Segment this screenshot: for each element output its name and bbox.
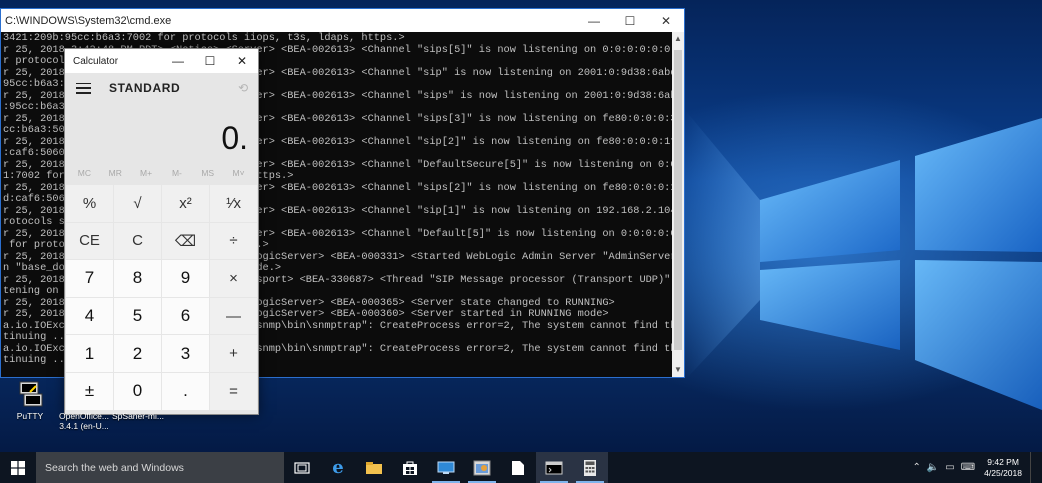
calculator-mode: STANDARD xyxy=(109,81,181,95)
calc-key[interactable]: 3 xyxy=(162,335,209,372)
calc-key[interactable]: × xyxy=(210,260,257,297)
calculator-title: Calculator xyxy=(73,55,119,67)
calc-key[interactable]: = xyxy=(210,372,257,410)
store-button[interactable] xyxy=(392,452,428,483)
keypad: % √ x² ¹⁄x CE C ⌫ ÷ 7 8 9 × 4 5 6—1 2 3 + ±0. = xyxy=(65,183,258,411)
memory-button[interactable]: MS xyxy=(192,168,223,178)
calc-key[interactable]: C xyxy=(114,222,161,260)
calc-key[interactable]: 2 xyxy=(114,335,161,372)
scroll-down-icon[interactable]: ▼ xyxy=(672,363,684,377)
calc-key[interactable]: 5 xyxy=(114,297,161,335)
calculator-window[interactable]: Calculator — ☐ ✕ STANDARD ⟲ 0. MC MR M+ M- M… xyxy=(64,48,259,415)
taskbar-search-box[interactable]: Search the web and Windows xyxy=(36,452,284,483)
notepad-icon xyxy=(512,460,524,475)
windows-start-icon xyxy=(11,460,25,475)
scroll-thumb[interactable] xyxy=(674,50,682,350)
app-button[interactable] xyxy=(464,452,500,483)
calc-key[interactable]: 7 xyxy=(66,260,113,297)
minimize-icon[interactable]: — xyxy=(162,49,194,73)
calculator-header: STANDARD ⟲ xyxy=(65,73,258,103)
desktop-icon-spsaner[interactable]: SpSaner-mi... xyxy=(108,380,168,421)
calc-key[interactable]: 9 xyxy=(162,260,209,297)
cmd-output-line: 3421:209b:95cc:b6a3:7002 for protocols i… xyxy=(3,32,405,44)
task-view-icon xyxy=(294,461,310,474)
taskbar: Search the web and Windows e ⌃ 🔈 ▭ ⌨ 9:4… xyxy=(0,452,1042,483)
search-placeholder: Search the web and Windows xyxy=(45,461,184,474)
calc-key[interactable]: ¹⁄x xyxy=(210,185,257,222)
hamburger-menu-icon[interactable] xyxy=(76,82,91,94)
system-tray: ⌃ 🔈 ▭ ⌨ 9:42 PM 4/25/2018 xyxy=(909,452,1042,483)
putty-icon xyxy=(16,380,44,408)
cmd-titlebar[interactable]: C:\WINDOWS\System32\cmd.exe — ☐ ✕ xyxy=(1,9,684,32)
input-indicator-icon[interactable]: ⌨ xyxy=(961,462,975,473)
app-icon xyxy=(473,460,491,475)
calc-key[interactable]: 6 xyxy=(162,297,209,335)
remote-desktop-button[interactable] xyxy=(428,452,464,483)
calc-key[interactable]: . xyxy=(162,372,209,410)
calculator-taskbar-button[interactable] xyxy=(572,452,608,483)
file-explorer-icon xyxy=(366,461,382,474)
clock-date: 4/25/2018 xyxy=(984,467,1022,478)
desktop-icon-label: SpSaner-mi... xyxy=(112,411,164,421)
memory-row: MC MR M+ M- MS M˅ xyxy=(65,163,258,183)
calc-key[interactable]: x² xyxy=(162,185,209,222)
store-icon xyxy=(403,461,417,475)
maximize-icon[interactable]: ☐ xyxy=(194,49,226,73)
edge-icon: e xyxy=(332,457,344,478)
calc-key[interactable]: ⌫ xyxy=(162,222,209,260)
calculator-icon xyxy=(584,459,596,476)
desktop-icon-label: PuTTY xyxy=(16,411,44,421)
calculator-titlebar[interactable]: Calculator — ☐ ✕ xyxy=(65,49,258,73)
file-explorer-button[interactable] xyxy=(356,452,392,483)
volume-icon[interactable]: 🔈 xyxy=(927,462,939,473)
history-icon[interactable]: ⟲ xyxy=(238,81,248,95)
minimize-icon[interactable]: — xyxy=(576,9,612,32)
clock[interactable]: 9:42 PM 4/25/2018 xyxy=(984,457,1022,479)
cmd-icon xyxy=(545,461,563,474)
calc-key[interactable]: — xyxy=(210,297,257,335)
memory-button[interactable]: MR xyxy=(100,168,131,178)
calc-key[interactable]: % xyxy=(66,185,113,222)
memory-button[interactable]: M- xyxy=(161,168,192,178)
remote-desktop-icon xyxy=(437,461,455,474)
close-icon[interactable]: ✕ xyxy=(648,9,684,32)
calc-key[interactable]: 1 xyxy=(66,335,113,372)
notepad-button[interactable] xyxy=(500,452,536,483)
scroll-up-icon[interactable]: ▲ xyxy=(672,32,684,46)
calc-key[interactable]: 4 xyxy=(66,297,113,335)
calc-key[interactable]: √ xyxy=(114,185,161,222)
clock-time: 9:42 PM xyxy=(987,456,1019,467)
start-button[interactable] xyxy=(0,452,36,483)
calc-key[interactable]: 8 xyxy=(114,260,161,297)
openoffice-icon xyxy=(70,380,98,408)
show-hidden-icons-icon[interactable]: ⌃ xyxy=(912,462,920,473)
show-desktop-button[interactable] xyxy=(1030,452,1042,483)
file-icon xyxy=(124,380,152,408)
calculator-display: 0. xyxy=(221,120,248,156)
memory-button[interactable]: M˅ xyxy=(223,168,254,178)
memory-button[interactable]: M+ xyxy=(131,168,162,178)
desktop-icon-putty[interactable]: PuTTY xyxy=(0,380,60,421)
cmd-taskbar-button[interactable] xyxy=(536,452,572,483)
memory-button[interactable]: MC xyxy=(69,168,100,178)
calc-key[interactable]: CE xyxy=(66,222,113,260)
desktop-icon-openoffice[interactable]: OpenOffice... 3.4.1 (en-U... xyxy=(54,380,114,431)
cmd-window-title: C:\WINDOWS\System32\cmd.exe xyxy=(5,14,172,27)
calc-key[interactable]: + xyxy=(210,335,257,372)
network-icon[interactable]: ▭ xyxy=(945,462,954,473)
task-view-button[interactable] xyxy=(284,452,320,483)
edge-button[interactable]: e xyxy=(320,452,356,483)
calc-key[interactable]: ÷ xyxy=(210,222,257,260)
cmd-scrollbar[interactable]: ▲ ▼ xyxy=(672,32,684,377)
desktop-icon-label: OpenOffice... 3.4.1 (en-U... xyxy=(59,411,109,431)
close-icon[interactable]: ✕ xyxy=(226,49,258,73)
maximize-icon[interactable]: ☐ xyxy=(612,9,648,32)
